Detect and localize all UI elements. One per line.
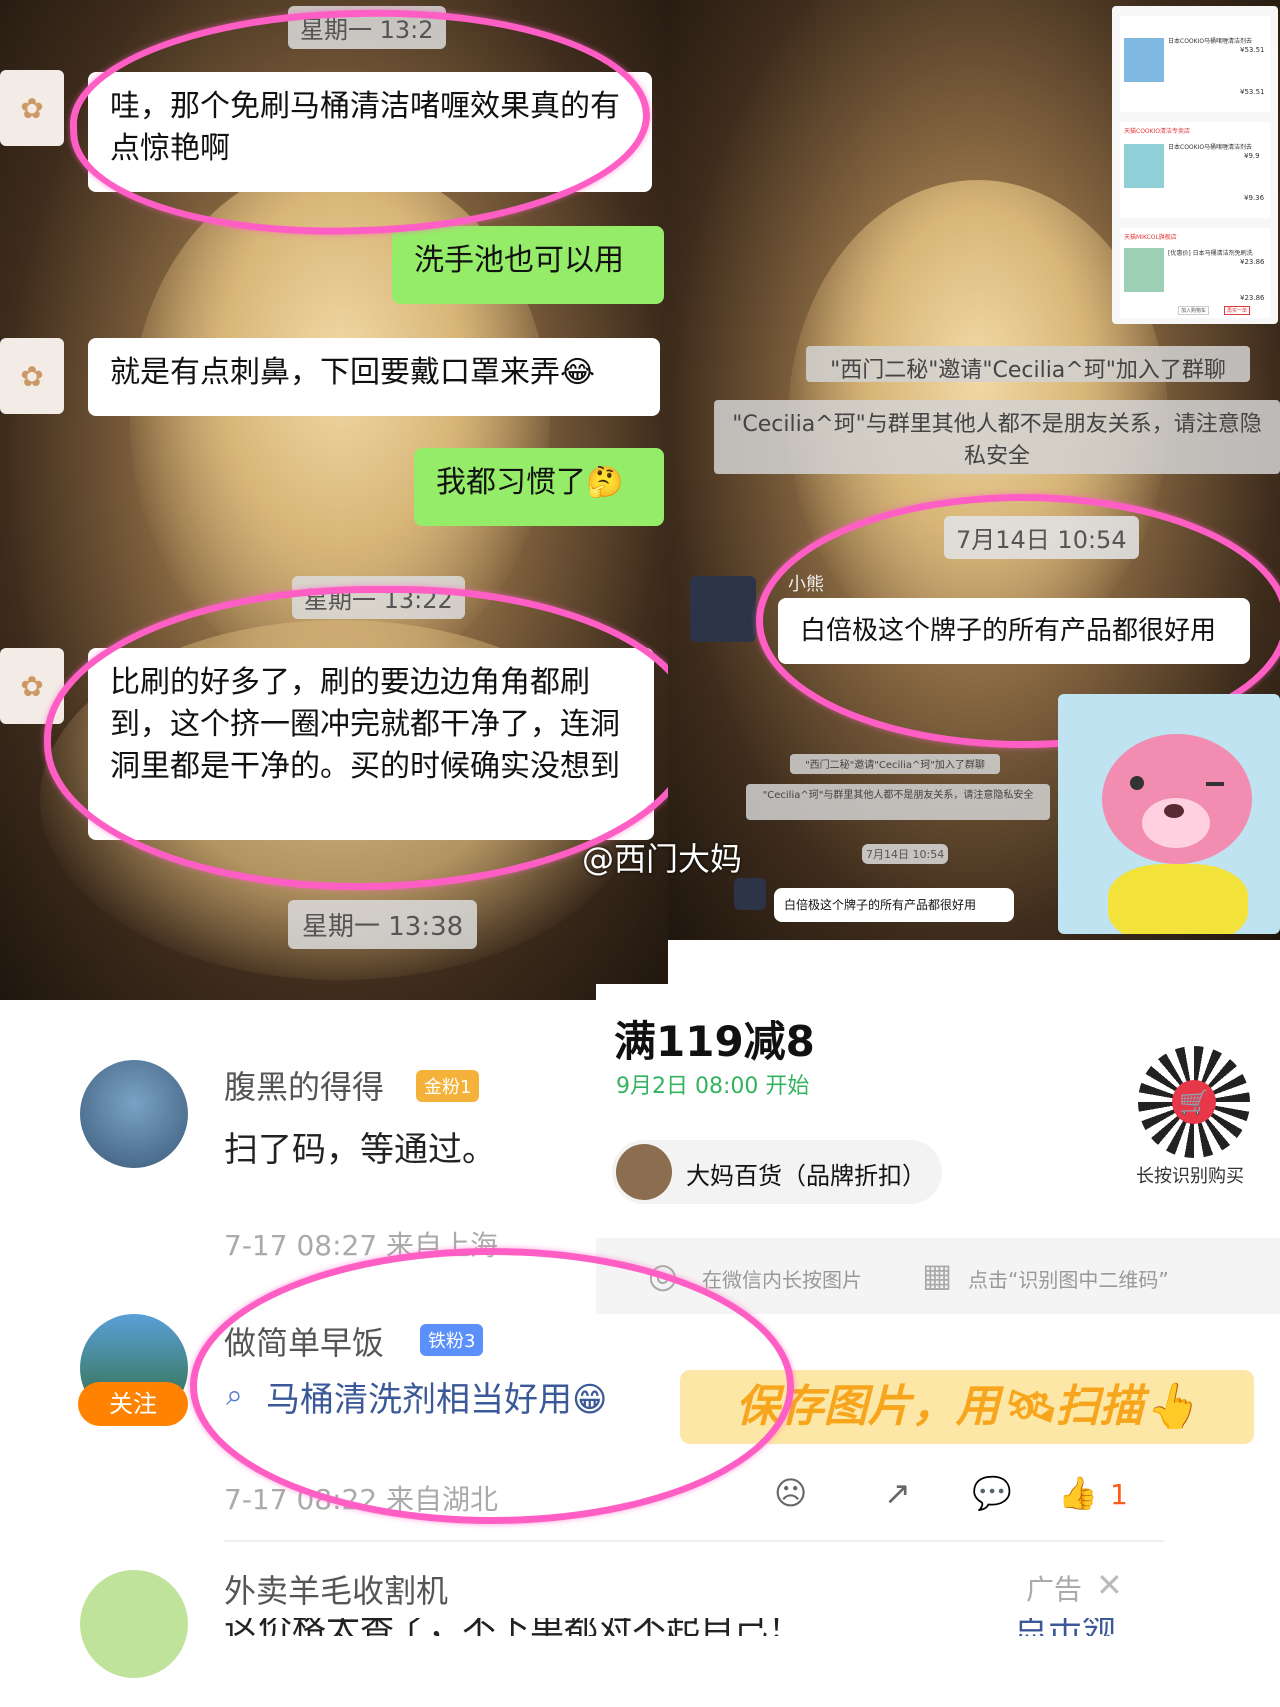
share-icon[interactable]: ↗	[884, 1474, 911, 1512]
qr-scan-icon: ▦	[922, 1256, 953, 1294]
fingerprint-icon: ◎	[648, 1256, 678, 1296]
ad-text-clip: 这价格太香了，不下单都对不起自己！ 点击领	[224, 1618, 1124, 1636]
divider	[224, 1540, 1164, 1542]
order-item-paid: ¥53.51	[1240, 88, 1265, 96]
time-tag-bottom: 星期一 13:38	[288, 900, 478, 949]
weibo-watermark: @西门大妈	[582, 840, 743, 878]
order-item-title: [优惠价] 日本马桶清洁剂免刷洗	[1168, 250, 1253, 257]
system-message: "Cecilia^珂"与群里其他人都不是朋友关系，请注意隐私安全	[714, 400, 1280, 474]
order-item-price: ¥53.51	[1240, 46, 1265, 54]
follow-button[interactable]: 关注	[78, 1382, 188, 1426]
hint-long-press: 在微信内长按图片	[702, 1268, 862, 1292]
order-item-title: 日本COOKIO马桶啫喱清洁剂去	[1168, 38, 1253, 45]
chat-message-self: 我都习惯了🤔	[414, 448, 664, 526]
hint-bar: ◎ 在微信内长按图片 ▦ 点击“识别图中二维码”	[596, 1238, 1280, 1314]
ad-cta[interactable]: 点击领	[1014, 1618, 1116, 1636]
time-tag: 7月14日 10:54	[862, 844, 949, 864]
cart-icon: 🛒	[1172, 1080, 1216, 1124]
order-item-paid: ¥9.36	[1244, 194, 1265, 202]
shop-pill[interactable]: 大妈百货（品牌折扣）	[612, 1140, 942, 1204]
order-shop-name: 天猫MIKCOL旗舰店	[1124, 234, 1177, 241]
promo-card: 满119减8 9月2日 08:00 开始 大妈百货（品牌折扣） 🛒 长按识别购买…	[596, 984, 1280, 1314]
promo-headline: 满119减8	[614, 1017, 815, 1066]
mini-screenshot: "西门二秘"邀请"Cecilia^珂"加入了群聊 "Cecilia^珂"与群里其…	[734, 740, 1062, 940]
system-message: "西门二秘"邀请"Cecilia^珂"加入了群聊	[806, 346, 1250, 383]
order-shop-name: 天猫COOKIO清洁专卖店	[1124, 128, 1191, 135]
shop-avatar	[616, 1144, 672, 1200]
sender-name: 小熊	[788, 574, 824, 595]
time-tag-mid: 星期一 13:22	[292, 576, 465, 619]
close-icon[interactable]: ✕	[1096, 1566, 1123, 1604]
chat-message: 比刷的好多了，刷的要边边角角都刷到，这个挤一圈冲完就都干净了，连洞洞里都是干净的…	[88, 648, 654, 840]
search-icon[interactable]: ⌕	[226, 1378, 243, 1413]
comment-text[interactable]: 马桶清洗剂相当好用😁	[266, 1372, 607, 1421]
ad-label: 广告	[1026, 1573, 1083, 1606]
chat-message: 白倍极这个牌子的所有产品都很好用	[778, 598, 1250, 664]
comment-author[interactable]: 外卖羊毛收割机	[224, 1566, 448, 1612]
chat-message: 就是有点刺鼻，下回要戴口罩来弄😂	[88, 338, 660, 416]
time-tag-right: 7月14日 10:54	[944, 516, 1139, 559]
hint-identify: 点击“识别图中二维码”	[968, 1268, 1169, 1292]
order-item: 天猫MIKCOL旗舰店 [优惠价] 日本马桶清洁剂免刷洗 ¥23.86 ¥23.…	[1120, 228, 1270, 318]
chat-message: 白倍极这个牌子的所有产品都很好用	[774, 888, 1014, 922]
system-message: "西门二秘"邀请"Cecilia^珂"加入了群聊	[790, 754, 1000, 774]
avatar: ✿	[0, 338, 64, 414]
order-item-price: ¥23.86	[1240, 258, 1265, 266]
like-count: 1	[1110, 1478, 1128, 1511]
comment-text: 这价格太香了，不下单都对不起自己！	[224, 1618, 802, 1636]
fan-badge-gold: 金粉1	[416, 1070, 480, 1102]
like-icon[interactable]: 👍	[1058, 1474, 1098, 1512]
chat-message-self: 洗手池也可以用	[392, 226, 664, 304]
shop-name: 大妈百货（品牌折扣）	[686, 1162, 926, 1190]
system-message: "Cecilia^珂"与群里其他人都不是朋友关系，请注意隐私安全	[746, 784, 1050, 820]
avatar[interactable]	[80, 1060, 188, 1168]
order-item: 日本COOKIO马桶啫喱清洁剂去 ¥53.51 ¥53.51	[1120, 16, 1270, 112]
order-list-card: 日本COOKIO马桶啫喱清洁剂去 ¥53.51 ¥53.51 天猫COOKIO清…	[1112, 6, 1278, 324]
qr-code[interactable]: 🛒	[1138, 1046, 1250, 1158]
time-tag-top: 星期一 13:2	[288, 6, 446, 49]
avatar: ✿	[0, 70, 64, 146]
beaver-sticker	[1058, 694, 1280, 934]
avatar: ✿	[0, 648, 64, 724]
dislike-icon[interactable]: ☹	[774, 1474, 807, 1512]
save-image-banner: 保存图片，用🛰扫描👆	[680, 1370, 1254, 1444]
order-item-title: 日本COOKIO马桶啫喱清洁剂去	[1168, 144, 1253, 151]
avatar-starry	[734, 878, 766, 910]
comment-text: 扫了码，等通过。	[224, 1130, 496, 1170]
chat-message: 哇，那个免刷马桶清洁啫喱效果真的有点惊艳啊	[88, 72, 652, 192]
order-item-paid: ¥23.86	[1240, 294, 1265, 302]
comment-meta: 7-17 08:22 来自湖北	[224, 1483, 499, 1516]
avatar-starry	[690, 576, 756, 642]
avatar[interactable]	[80, 1570, 188, 1678]
promo-start-time: 9月2日 08:00 开始	[616, 1074, 810, 1099]
fan-badge-iron: 铁粉3	[420, 1324, 484, 1356]
add-to-cart-button[interactable]: 加入购物车	[1178, 306, 1210, 315]
comment-author[interactable]: 做简单早饭	[224, 1318, 384, 1364]
order-item: 天猫COOKIO清洁专卖店 日本COOKIO马桶啫喱清洁剂去 ¥9.9 ¥9.3…	[1120, 122, 1270, 218]
order-item-price: ¥9.9	[1244, 152, 1260, 160]
comment-author[interactable]: 腹黑的得得	[224, 1062, 384, 1108]
qr-caption: 长按识别购买	[1136, 1166, 1244, 1187]
comment-icon[interactable]: 💬	[972, 1474, 1012, 1512]
buy-again-button[interactable]: 再买一单	[1224, 306, 1251, 315]
comment-meta: 7-17 08:27 来自上海	[224, 1229, 499, 1262]
